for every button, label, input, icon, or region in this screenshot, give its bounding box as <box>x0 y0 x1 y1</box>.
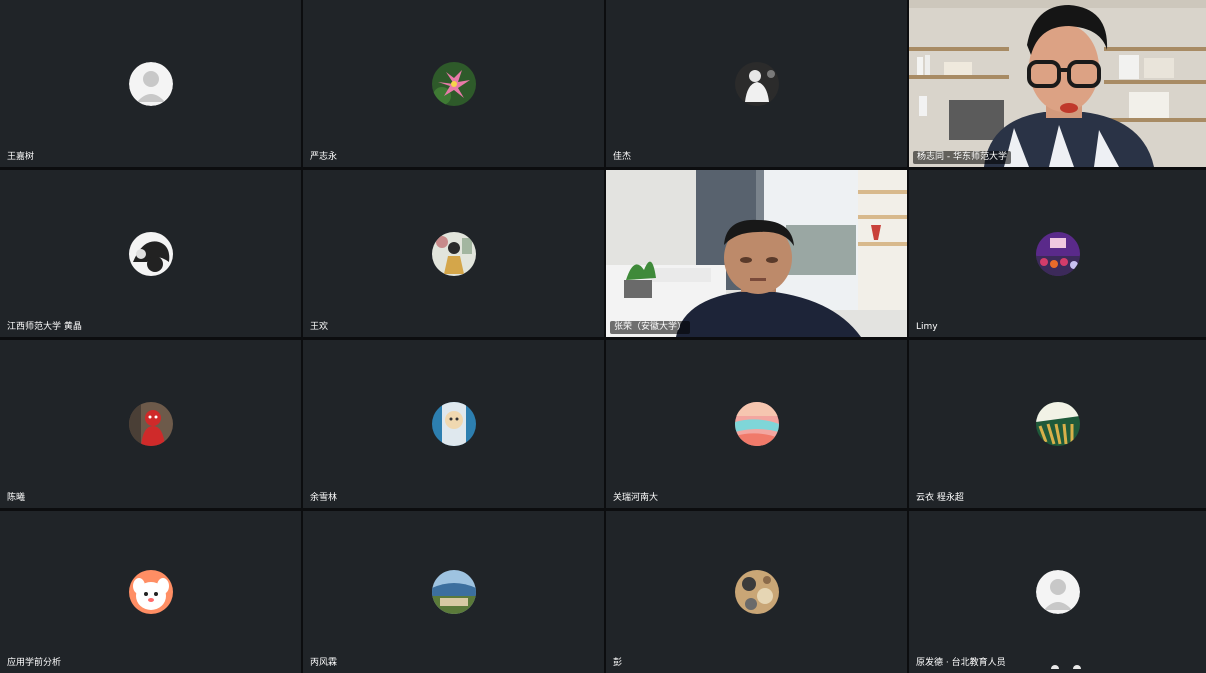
lotus-flower-icon <box>431 61 476 106</box>
participant-name: 王嘉树 <box>7 152 35 162</box>
participant-name: 杨志同 - 华东师范大学 <box>913 151 1011 164</box>
video-grid: 王嘉树 严志永 佳杰 杨志同 - 华东师范大学 江西师范大学 黄晶 王欢 张荣（… <box>0 0 1206 673</box>
cat-photo-icon <box>128 231 173 276</box>
participant-name: 陈曦 <box>7 493 26 503</box>
participant-video-tile[interactable]: 杨志同 - 华东师范大学 <box>909 0 1206 167</box>
participant-name: 关瑞河南大 <box>613 493 659 503</box>
abstract-pattern-icon <box>1035 402 1080 446</box>
default-person-icon <box>1035 570 1080 614</box>
participant-tile[interactable]: 云衣 程永超 <box>909 340 1206 508</box>
participant-tile[interactable]: Limy <box>909 170 1206 337</box>
participant-tile[interactable]: 王嘉树 <box>0 0 301 167</box>
participant-name: 云衣 程永超 <box>916 493 964 503</box>
participant-tile[interactable]: 江西师范大学 黄晶 <box>0 170 301 337</box>
cartoon-dog-icon <box>128 570 173 614</box>
participant-name: 应用学前分析 <box>7 658 62 668</box>
participant-name: 江西师范大学 黄晶 <box>7 322 82 332</box>
participant-tile[interactable]: 关瑞河南大 <box>606 340 907 508</box>
dancer-photo-icon <box>431 231 476 276</box>
participant-name: 原发德 · 台北教育人员 <box>916 658 1006 668</box>
page-indicator[interactable] <box>1037 654 1081 673</box>
participant-video-tile[interactable]: 张荣（安徽大学） <box>606 170 907 337</box>
crowd-photo-icon <box>1035 231 1080 276</box>
participant-tile[interactable]: 严志永 <box>303 0 604 167</box>
camera-video <box>909 0 1206 167</box>
participant-name: Limy <box>916 322 938 332</box>
participant-tile[interactable]: 佳杰 <box>606 0 907 167</box>
camera-video <box>606 170 907 337</box>
landscape-photo-icon <box>431 570 476 614</box>
participant-name: 严志永 <box>310 152 338 162</box>
sunset-sky-icon <box>734 402 779 446</box>
participant-tile[interactable]: 应用学前分析 <box>0 511 301 673</box>
participant-name: 彭 <box>613 658 623 668</box>
participant-tile[interactable]: 彭 <box>606 511 907 673</box>
participant-tile[interactable]: 余雪林 <box>303 340 604 508</box>
participant-tile[interactable]: 陈曦 <box>0 340 301 508</box>
participant-name: 王欢 <box>310 322 329 332</box>
default-person-icon <box>128 61 173 106</box>
participant-name: 张荣（安徽大学） <box>610 321 691 334</box>
participant-name: 丙风霖 <box>310 658 338 668</box>
red-figure-icon <box>128 402 173 446</box>
participant-name: 佳杰 <box>613 152 632 162</box>
participant-name: 余雪林 <box>310 493 338 503</box>
cartoon-photo-icon <box>431 402 476 446</box>
participant-tile[interactable]: 丙风霖 <box>303 511 604 673</box>
floral-pattern-icon <box>734 570 779 614</box>
participant-tile[interactable]: 王欢 <box>303 170 604 337</box>
participant-tile[interactable]: 原发德 · 台北教育人员 <box>909 511 1206 673</box>
person-photo-icon <box>734 61 779 106</box>
